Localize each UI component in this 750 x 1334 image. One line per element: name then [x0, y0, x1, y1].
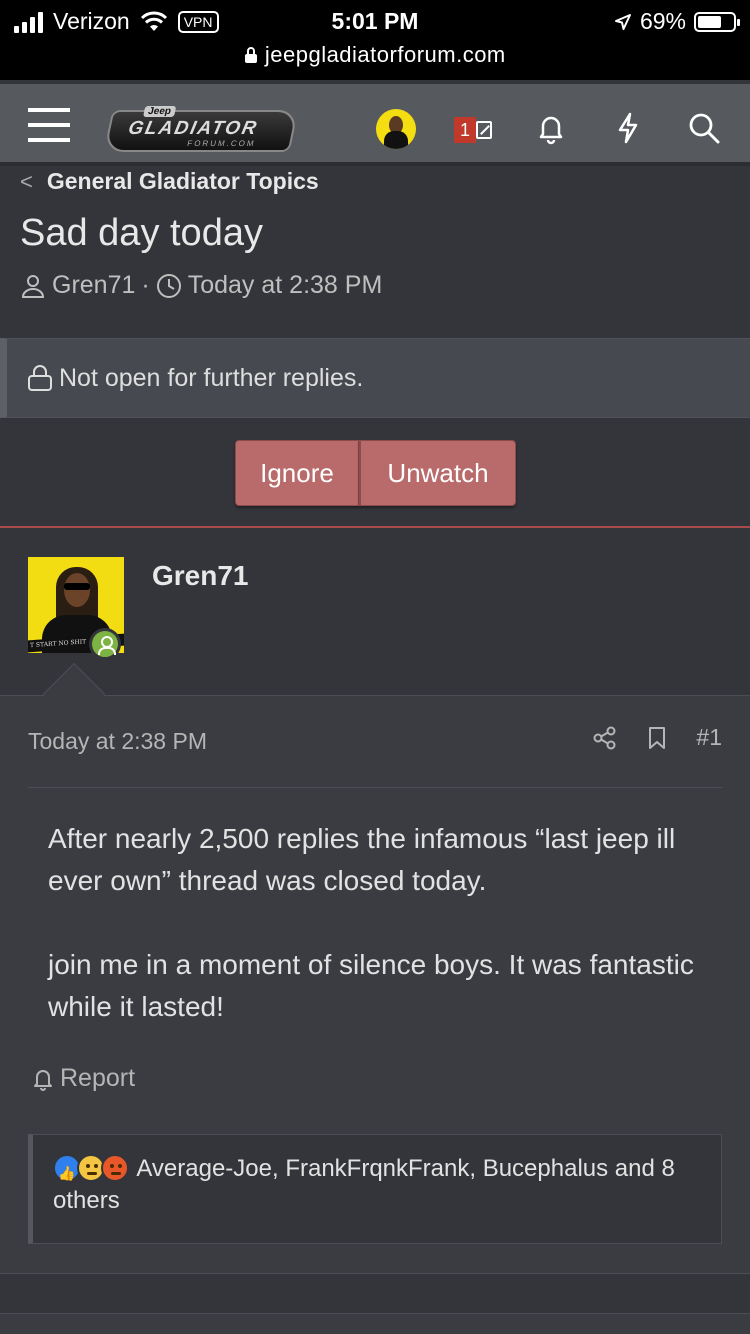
post-date[interactable]: Today at 2:38 PM: [28, 728, 207, 755]
post-body: After nearly 2,500 replies the infamous …: [48, 818, 708, 1070]
logo-gladiator-text: GLADIATOR: [126, 118, 260, 139]
envelope-icon[interactable]: [476, 121, 492, 139]
ignore-button[interactable]: Ignore: [235, 440, 359, 506]
next-card: [0, 1313, 750, 1334]
thread-meta: Gren71 · Today at 2:38 PM: [20, 271, 382, 300]
bookmark-icon[interactable]: [644, 725, 670, 751]
clock-icon: [156, 273, 181, 298]
logo-forum-text: FORUM.COM: [186, 139, 257, 148]
user-icon: [21, 274, 45, 298]
meta-separator: ·: [141, 271, 150, 299]
share-icon[interactable]: [592, 725, 618, 751]
inbox-badge[interactable]: 1: [454, 117, 476, 143]
report-bell-icon: [34, 1069, 52, 1091]
post-separator: [28, 787, 722, 788]
thread-author[interactable]: Gren71: [52, 271, 135, 300]
location-arrow-icon: [614, 13, 631, 30]
site-header: Jeep GLADIATOR FORUM.COM 1: [0, 84, 750, 166]
address-bar[interactable]: jeepgladiatorforum.com: [0, 42, 750, 68]
breadcrumb[interactable]: < General Gladiator Topics: [20, 168, 319, 195]
status-right: 69%: [614, 8, 740, 35]
thread-button-group: Ignore Unwatch: [235, 440, 516, 506]
unwatch-button[interactable]: Unwatch: [359, 440, 516, 506]
logo-jeep-text: Jeep: [142, 106, 177, 117]
post-actions: #1: [592, 724, 722, 751]
bolt-icon[interactable]: [610, 110, 646, 146]
lock-icon: [245, 47, 258, 63]
post-username[interactable]: Gren71: [152, 560, 249, 592]
lock-icon: [28, 365, 52, 391]
thread-date[interactable]: Today at 2:38 PM: [188, 271, 383, 300]
breadcrumb-label: General Gladiator Topics: [46, 168, 319, 194]
report-label: Report: [60, 1064, 136, 1092]
account-avatar[interactable]: [376, 109, 416, 149]
post-card: T START NO SHIT Gren71 Today at 2:38 PM …: [0, 528, 750, 1273]
chevron-left-icon: <: [20, 168, 33, 194]
section-divider: [0, 1273, 750, 1313]
post-user-area: T START NO SHIT Gren71: [0, 528, 750, 696]
post-paragraph: join me in a moment of silence boys. It …: [48, 949, 694, 1022]
post-number[interactable]: #1: [696, 724, 722, 751]
page-title: Sad day today: [20, 212, 263, 254]
report-link[interactable]: Report: [30, 1064, 135, 1093]
url-text: jeepgladiatorforum.com: [264, 42, 506, 67]
reactions-bar[interactable]: Average-Joe, FrankFrqnkFrank, Bucephalus…: [28, 1134, 722, 1244]
angry-reaction-icon: [101, 1154, 129, 1182]
reactions-text[interactable]: Average-Joe, FrankFrqnkFrank, Bucephalus…: [53, 1155, 675, 1214]
closed-notice: Not open for further replies.: [0, 338, 750, 418]
bell-icon[interactable]: [533, 110, 569, 146]
hamburger-icon[interactable]: [28, 108, 70, 144]
ios-status-bar: Verizon VPN 5:01 PM 69% jeepgladiatorfor…: [0, 0, 750, 80]
battery-percent: 69%: [639, 8, 686, 34]
online-status-icon: [89, 628, 121, 660]
site-logo[interactable]: Jeep GLADIATOR FORUM.COM: [103, 106, 299, 152]
battery-icon: [694, 11, 740, 32]
notice-text: Not open for further replies.: [59, 363, 364, 392]
search-icon[interactable]: [686, 110, 722, 146]
post-paragraph: After nearly 2,500 replies the infamous …: [48, 823, 676, 896]
reaction-icons: [53, 1154, 129, 1189]
